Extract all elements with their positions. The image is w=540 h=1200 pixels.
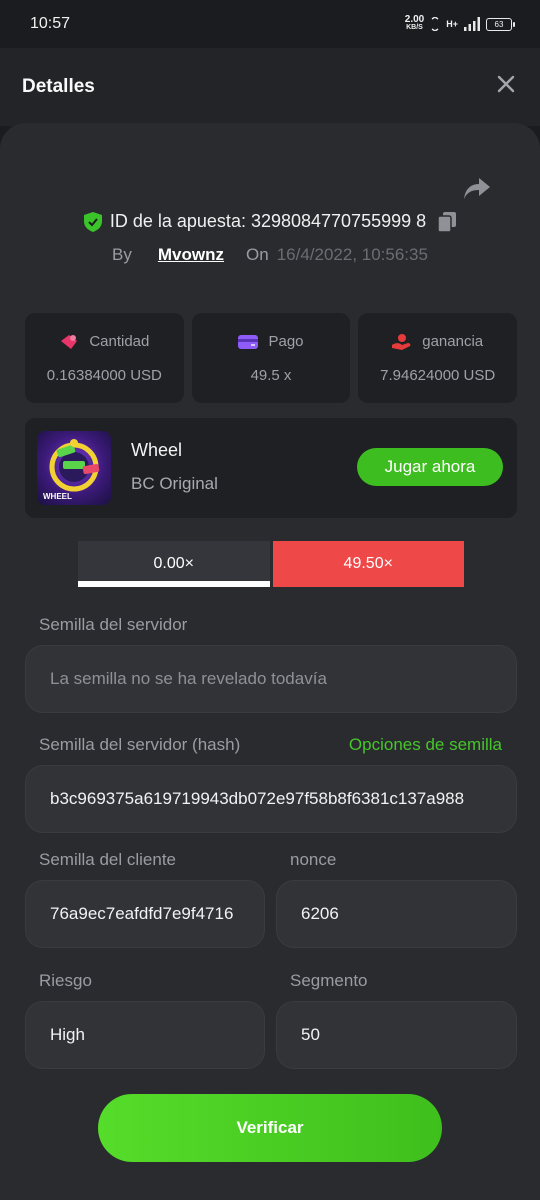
stat-profit-value: 7.94624000 USD bbox=[380, 366, 496, 384]
shield-check-icon bbox=[83, 211, 102, 232]
client-seed-label: Semilla del cliente bbox=[39, 850, 177, 869]
game-thumbnail[interactable]: WHEEL bbox=[37, 431, 111, 505]
stat-payout-value: 49.5 x bbox=[250, 366, 292, 384]
share-icon[interactable] bbox=[462, 175, 492, 203]
net-speed: 2.00 KB/S bbox=[404, 14, 425, 32]
nonce-field[interactable]: 6206 bbox=[276, 880, 517, 948]
signal-icon bbox=[464, 17, 480, 31]
status-time: 10:57 bbox=[30, 15, 71, 32]
multiplier-left: 0.00× bbox=[78, 541, 270, 587]
segment-label: Segmento bbox=[290, 971, 368, 990]
nonce-label: nonce bbox=[290, 850, 337, 869]
network-type: H+ bbox=[446, 19, 458, 29]
status-bar: 10:57 2.00 KB/S H+ 63 bbox=[0, 0, 540, 48]
vibrate-icon bbox=[431, 17, 439, 31]
battery-icon: 63 bbox=[486, 17, 515, 31]
battery-level: 63 bbox=[494, 19, 504, 29]
hand-coins-icon bbox=[392, 333, 411, 350]
copy-icon[interactable] bbox=[438, 211, 457, 232]
details-content: ID de la apuesta: 3298084770755999 8 By … bbox=[0, 123, 540, 1200]
page-title: Detalles bbox=[22, 76, 95, 97]
client-seed-field[interactable]: 76a9ec7eafdfd7e9f4716 bbox=[25, 880, 265, 948]
coins-icon bbox=[61, 334, 78, 349]
game-card: WHEEL Wheel BC Original Jugar ahora bbox=[25, 418, 517, 518]
stat-profit: ganancia 7.94624000 USD bbox=[358, 313, 518, 403]
by-label: By bbox=[112, 245, 132, 264]
bet-datetime: 16/4/2022, 10:56:35 bbox=[276, 245, 428, 264]
net-speed-unit: KB/S bbox=[406, 24, 423, 31]
server-seed-label: Semilla del servidor bbox=[39, 615, 188, 634]
multiplier-right: 49.50× bbox=[272, 541, 464, 587]
server-hash-field[interactable]: b3c969375a619719943db072e97f58b8f6381c13… bbox=[25, 765, 517, 833]
bet-id: ID de la apuesta: 3298084770755999 8 bbox=[109, 211, 427, 231]
risk-field[interactable]: High bbox=[25, 1001, 265, 1069]
net-speed-value: 2.00 bbox=[404, 14, 425, 25]
on-label: On bbox=[246, 245, 269, 264]
risk-label: Riesgo bbox=[39, 971, 92, 990]
close-icon[interactable] bbox=[496, 74, 516, 94]
seed-options-link[interactable]: Opciones de semilla bbox=[349, 735, 502, 755]
bet-id-row: ID de la apuesta: 3298084770755999 8 bbox=[0, 211, 540, 232]
game-subtitle: BC Original bbox=[131, 474, 218, 493]
stat-payout-label: Pago bbox=[268, 333, 304, 350]
game-name: Wheel bbox=[131, 440, 183, 460]
stat-payout: Pago 49.5 x bbox=[191, 313, 351, 403]
bet-stats: Cantidad 0.16384000 USD Pago 49.5 x gana… bbox=[25, 313, 518, 403]
modal-header: Detalles bbox=[0, 48, 540, 126]
segment-field[interactable]: 50 bbox=[276, 1001, 517, 1069]
stat-amount-value: 0.16384000 USD bbox=[46, 366, 162, 384]
stat-amount: Cantidad 0.16384000 USD bbox=[25, 313, 184, 403]
status-icons: 2.00 KB/S H+ 63 bbox=[404, 14, 515, 32]
bet-meta-row: By Mvownz On 16/4/2022, 10:56:35 bbox=[0, 245, 540, 265]
thumbnail-label: WHEEL bbox=[43, 492, 72, 501]
server-hash-label: Semilla del servidor (hash) bbox=[39, 735, 241, 754]
multiplier-bar: 0.00× 49.50× bbox=[78, 541, 464, 587]
play-now-button[interactable]: Jugar ahora bbox=[357, 448, 503, 486]
server-seed-field[interactable]: La semilla no se ha revelado todavía bbox=[25, 645, 517, 713]
username-link[interactable]: Mvownz bbox=[158, 245, 224, 265]
wallet-icon bbox=[238, 334, 259, 349]
details-sheet: ID de la apuesta: 3298084770755999 8 By … bbox=[0, 123, 540, 1200]
stat-amount-label: Cantidad bbox=[89, 333, 150, 350]
verify-button[interactable]: Verificar bbox=[98, 1094, 442, 1162]
stat-profit-label: ganancia bbox=[422, 333, 484, 350]
